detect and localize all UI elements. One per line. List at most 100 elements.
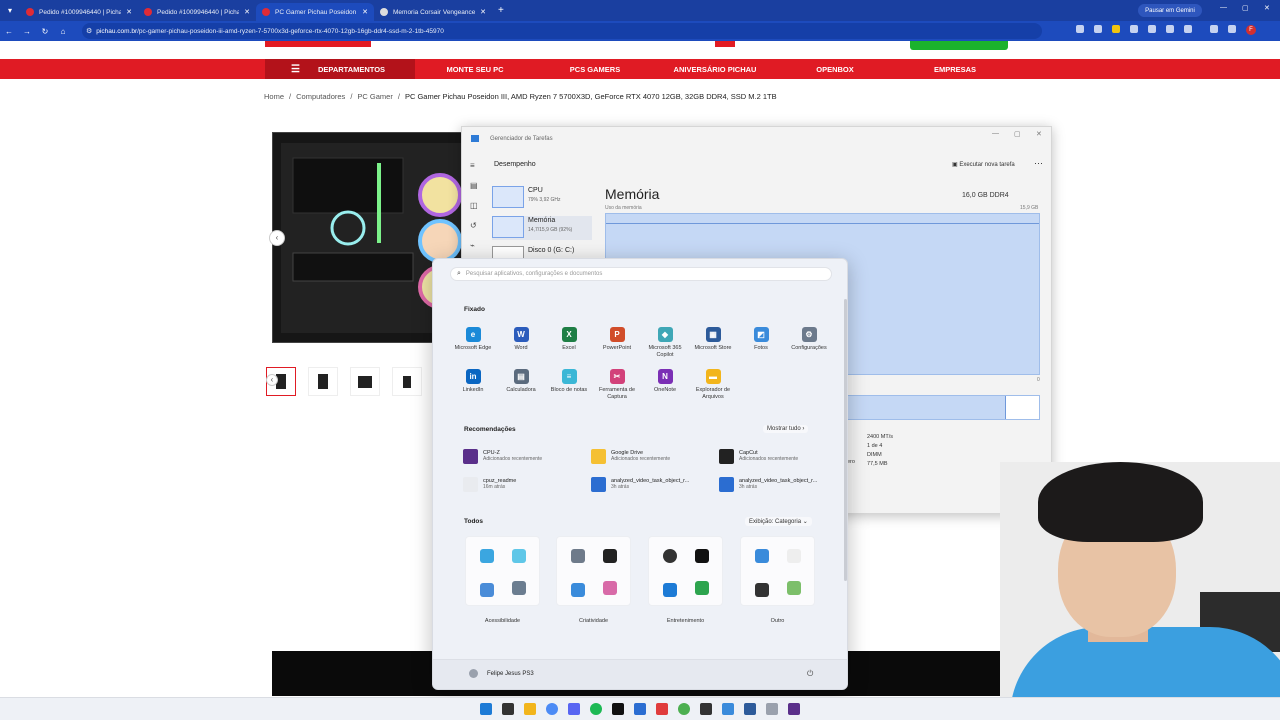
site-search-button[interactable]	[715, 41, 735, 47]
maximize-icon[interactable]: ▢	[1242, 4, 1249, 12]
category-accessibility[interactable]	[465, 536, 540, 606]
breadcrumb-computadores[interactable]: Computadores	[296, 92, 345, 101]
recommended-item[interactable]: analyzed_video_task_object_r... 3h atrás	[719, 474, 837, 494]
pinned-app[interactable]: ▦ Microsoft Store	[689, 327, 737, 352]
extension-icon[interactable]	[1148, 25, 1156, 33]
category-creativity[interactable]	[556, 536, 631, 606]
product-prev-arrow-icon[interactable]: ‹	[269, 230, 285, 246]
user-avatar[interactable]	[469, 669, 478, 678]
show-all-button[interactable]: Mostrar tudo ›	[763, 425, 809, 433]
new-tab-button[interactable]: +	[498, 5, 504, 16]
pinned-app[interactable]: in LinkedIn	[449, 369, 497, 394]
app-icon[interactable]	[766, 703, 778, 715]
thumbnail-prev-arrow-icon[interactable]: ‹	[266, 374, 278, 386]
url-field[interactable]: ⚙ pichau.com.br/pc-gamer-pichau-poseidon…	[82, 23, 1042, 39]
tab-actions-menu[interactable]: ▾	[0, 0, 20, 21]
close-tab-icon[interactable]: ✕	[244, 8, 250, 16]
app-icon[interactable]	[722, 703, 734, 715]
discord-icon[interactable]	[568, 703, 580, 715]
close-tab-icon[interactable]: ✕	[126, 8, 132, 16]
recommended-item[interactable]: cpuz_readme 16m atrás	[463, 474, 581, 494]
tm-maximize-icon[interactable]: ▢	[1014, 130, 1021, 138]
user-name[interactable]: Felipe Jesus PS3	[487, 671, 534, 677]
run-new-task-button[interactable]: ▣ Executar nova tarefa	[952, 161, 1015, 168]
menu-item-openbox[interactable]: OPENBOX	[775, 65, 895, 74]
pinned-app[interactable]: X Excel	[545, 327, 593, 352]
pinned-app[interactable]: ▤ Calculadora	[497, 369, 545, 394]
start-search-input[interactable]: ⌕ Pesquisar aplicativos, configurações e…	[450, 267, 832, 281]
pinned-app[interactable]: ✂ Ferramenta de Captura	[593, 369, 641, 401]
breadcrumb-home[interactable]: Home	[264, 92, 284, 101]
menu-item-aniversario[interactable]: ANIVERSÁRIO PICHAU	[655, 65, 775, 74]
pinned-app[interactable]: ◩ Fotos	[737, 327, 785, 352]
perf-item-cpu[interactable]: CPU 79% 3,92 GHz	[492, 186, 592, 210]
product-thumbnail[interactable]	[392, 367, 422, 396]
tm-minimize-icon[interactable]: —	[992, 130, 999, 137]
back-icon[interactable]: ←	[0, 27, 18, 36]
header-green-button[interactable]	[910, 41, 1008, 50]
extension-icon[interactable]	[1094, 25, 1102, 33]
departments-button[interactable]: ☰ DEPARTAMENTOS	[265, 59, 415, 79]
spotify-icon[interactable]	[590, 703, 602, 715]
power-icon[interactable]: ⏻	[807, 669, 813, 679]
pinned-app[interactable]: ▬ Explorador de Arquivos	[689, 369, 737, 401]
recommended-item[interactable]: CapCut Adicionados recentemente	[719, 446, 837, 466]
sidebar-icon[interactable]	[1228, 25, 1236, 33]
startup-icon[interactable]: ⌁	[470, 241, 475, 250]
product-thumbnail[interactable]	[308, 367, 338, 396]
cpuz-taskbar-icon[interactable]	[788, 703, 800, 715]
menu-item-monte-seu-pc[interactable]: MONTE SEU PC	[415, 65, 535, 74]
product-thumbnail[interactable]	[350, 367, 380, 396]
extension-icon[interactable]	[1130, 25, 1138, 33]
breadcrumb-pc-gamer[interactable]: PC Gamer	[357, 92, 392, 101]
extension-icon[interactable]	[1112, 25, 1120, 33]
menu-item-empresas[interactable]: EMPRESAS	[895, 65, 1015, 74]
minimize-icon[interactable]: —	[1220, 4, 1227, 11]
close-window-icon[interactable]: ✕	[1264, 4, 1270, 12]
hamburger-icon[interactable]: ≡	[470, 161, 475, 170]
app-icon[interactable]	[634, 703, 646, 715]
forward-icon[interactable]: →	[18, 27, 36, 36]
profile-pause-button[interactable]: Pausar em Gemini	[1138, 4, 1202, 17]
file-explorer-icon[interactable]	[524, 703, 536, 715]
pinned-app[interactable]: ≡ Bloco de notas	[545, 369, 593, 394]
app-icon[interactable]	[700, 703, 712, 715]
pichau-logo[interactable]	[265, 41, 371, 47]
perf-item-memory[interactable]: Memória 14,7/15,9 GB (92%)	[492, 216, 592, 240]
browser-tab[interactable]: Pedido #1009946440 | Pichau ✕	[20, 3, 138, 21]
chrome-icon[interactable]	[546, 703, 558, 715]
more-options-icon[interactable]: ⋯	[1034, 158, 1043, 169]
browser-tab[interactable]: Pedido #1009946440 | Pichau ✕	[138, 3, 256, 21]
pinned-app[interactable]: N OneNote	[641, 369, 689, 394]
terminal-icon[interactable]	[612, 703, 624, 715]
start-scrollbar[interactable]	[844, 299, 847, 581]
category-other[interactable]	[740, 536, 815, 606]
download-icon[interactable]	[1210, 25, 1218, 33]
category-entertainment[interactable]	[648, 536, 723, 606]
view-category-dropdown[interactable]: Exibição: Categoria ⌄	[745, 517, 812, 526]
extensions-puzzle-icon[interactable]	[1184, 25, 1192, 33]
menu-item-pcs-gamers[interactable]: PCS GAMERS	[535, 65, 655, 74]
tm-close-icon[interactable]: ✕	[1036, 130, 1042, 138]
app-icon[interactable]	[678, 703, 690, 715]
start-button-icon[interactable]	[480, 703, 492, 715]
pinned-app[interactable]: ◆ Microsoft 365 Copilot	[641, 327, 689, 359]
reload-icon[interactable]: ↻	[36, 27, 54, 36]
close-tab-icon[interactable]: ✕	[362, 8, 368, 16]
profile-avatar[interactable]: F	[1246, 25, 1256, 35]
pinned-app[interactable]: P PowerPoint	[593, 327, 641, 352]
browser-tab[interactable]: Memoria Corsair Vengeance R ✕	[374, 3, 492, 21]
browser-tab-active[interactable]: PC Gamer Pichau Poseidon III, A ✕	[256, 3, 374, 21]
home-icon[interactable]: ⌂	[54, 27, 72, 36]
close-tab-icon[interactable]: ✕	[480, 8, 486, 16]
processes-icon[interactable]: ▤	[470, 181, 478, 190]
pinned-app[interactable]: ⚙ Configurações	[785, 327, 833, 352]
pinned-app[interactable]: W Word	[497, 327, 545, 352]
app-icon[interactable]	[744, 703, 756, 715]
task-view-icon[interactable]	[502, 703, 514, 715]
extension-icon[interactable]	[1076, 25, 1084, 33]
recommended-item[interactable]: CPU-Z Adicionados recentemente	[463, 446, 581, 466]
site-info-icon[interactable]: ⚙	[86, 27, 92, 35]
pinned-app[interactable]: e Microsoft Edge	[449, 327, 497, 352]
extension-icon[interactable]	[1166, 25, 1174, 33]
